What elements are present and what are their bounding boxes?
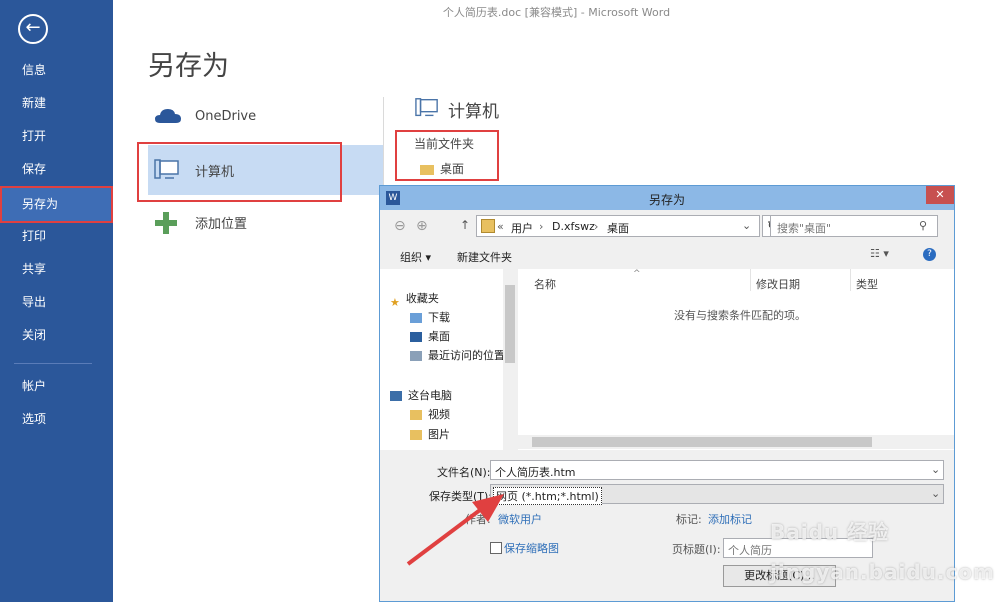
annotation-arrow-icon <box>406 494 504 566</box>
back-arrow-icon[interactable]: ← <box>18 14 48 44</box>
column-divider <box>850 269 851 291</box>
videos-folder-icon <box>410 410 422 420</box>
organize-button[interactable]: 组织 ▾ <box>400 249 431 265</box>
tree-item-pictures[interactable]: 图片 <box>410 426 450 444</box>
place-label: 添加位置 <box>195 217 248 232</box>
page-title-label: 页标题(I): <box>672 543 721 556</box>
up-arrow-icon[interactable]: ↑ <box>460 218 470 232</box>
breadcrumb-item[interactable]: 桌面 <box>607 220 629 236</box>
highlight-box-current-folder <box>395 130 499 181</box>
nav-item-save[interactable]: 保存 <box>0 153 113 186</box>
nav-item-save-as[interactable]: 另存为 <box>0 186 113 223</box>
place-add-location[interactable]: 添加位置 <box>148 197 383 247</box>
page-title: 另存为 <box>148 51 229 82</box>
column-divider <box>750 269 751 291</box>
tree-favorites[interactable]: ★ 收藏夹 <box>390 290 439 309</box>
column-header-name[interactable]: 名称 <box>534 276 556 292</box>
horizontal-scrollbar[interactable] <box>518 435 954 449</box>
address-bar[interactable]: « 用户 › D.xfswz › 桌面 ⌄ <box>476 215 760 237</box>
tree-item-videos[interactable]: 视频 <box>410 406 450 424</box>
page-title-value: 个人简历 <box>728 544 772 557</box>
breadcrumb-overflow: « <box>497 220 504 233</box>
dialog-titlebar: W 另存为 ✕ <box>380 186 954 210</box>
dialog-title: 另存为 <box>648 193 685 207</box>
help-icon[interactable]: ? <box>923 248 936 261</box>
nav-item-print[interactable]: 打印 <box>0 220 113 253</box>
thumbnail-label[interactable]: 保存缩略图 <box>504 540 559 556</box>
close-button[interactable]: ✕ <box>926 186 954 204</box>
tags-label: 标记: <box>676 513 702 526</box>
computer-icon <box>415 98 438 117</box>
chevron-right-icon: › <box>539 220 544 233</box>
watermark: Baidu 经验 jingyan.baidu.com <box>770 520 995 584</box>
tree-item-recent[interactable]: 最近访问的位置 <box>410 347 505 365</box>
recent-places-icon <box>410 351 422 361</box>
place-onedrive[interactable]: OneDrive <box>148 93 383 143</box>
folder-icon <box>481 219 495 233</box>
plus-icon <box>155 212 177 234</box>
chevron-down-icon: ⌄ <box>931 463 941 476</box>
cloud-icon <box>155 109 181 123</box>
window-title: 个人简历表.doc [兼容模式] - Microsoft Word <box>442 6 671 19</box>
sort-arrow-icon: ^ <box>633 269 641 279</box>
nav-item-info[interactable]: 信息 <box>0 54 113 87</box>
nav-item-share[interactable]: 共享 <box>0 253 113 286</box>
download-folder-icon <box>410 313 422 323</box>
filename-label: 文件名(N): <box>437 466 491 479</box>
breadcrumb-item[interactable]: D.xfswz <box>552 220 595 233</box>
tree-item-desktop[interactable]: 桌面 <box>410 328 450 346</box>
column-header-type[interactable]: 类型 <box>856 276 878 292</box>
nav-item-export[interactable]: 导出 <box>0 286 113 319</box>
filename-input[interactable]: 个人简历表.htm ⌄ <box>490 460 944 480</box>
empty-message: 没有与搜索条件匹配的项。 <box>674 309 806 322</box>
view-options-icon[interactable]: ☷ ▾ <box>870 247 889 260</box>
new-folder-button[interactable]: 新建文件夹 <box>457 249 512 265</box>
chevron-right-icon: › <box>594 220 599 233</box>
nav-item-account[interactable]: 帐户 <box>0 370 113 403</box>
back-nav-icon[interactable]: ⊖ <box>394 218 406 234</box>
tree-scrollbar[interactable] <box>503 269 517 450</box>
tree-this-pc[interactable]: 这台电脑 <box>390 387 452 405</box>
nav-item-options[interactable]: 选项 <box>0 403 113 436</box>
highlight-box-computer <box>137 142 342 202</box>
nav-item-new[interactable]: 新建 <box>0 87 113 120</box>
pictures-folder-icon <box>410 430 422 440</box>
tree-item-downloads[interactable]: 下载 <box>410 309 450 327</box>
scrollbar-thumb[interactable] <box>532 437 872 447</box>
section-title: 计算机 <box>448 102 499 122</box>
search-input[interactable]: 搜索"桌面" ⚲ <box>770 215 938 237</box>
star-icon: ★ <box>390 296 400 309</box>
nav-divider <box>14 363 92 364</box>
chevron-down-icon: ⌄ <box>931 487 941 500</box>
column-header-date[interactable]: 修改日期 <box>756 276 800 292</box>
filetype-select[interactable]: 网页 (*.htm;*.html) ⌄ <box>490 484 944 505</box>
filename-value: 个人简历表.htm <box>495 466 576 479</box>
nav-item-close[interactable]: 关闭 <box>0 319 113 352</box>
chevron-down-icon[interactable]: ⌄ <box>742 219 751 232</box>
navigation-pane: ★ 收藏夹 下载 桌面 最近访问的位置 这台电脑 视频 图片 <box>380 269 517 450</box>
nav-item-open[interactable]: 打开 <box>0 120 113 153</box>
desktop-icon <box>410 332 422 342</box>
tags-value[interactable]: 添加标记 <box>708 511 752 527</box>
search-placeholder: 搜索"桌面" <box>777 222 832 235</box>
backstage-nav: ← 信息 新建 打开 保存 另存为 打印 共享 导出 关闭 帐户 选项 <box>0 0 113 602</box>
scrollbar-thumb[interactable] <box>505 285 515 363</box>
search-icon: ⚲ <box>919 219 928 232</box>
computer-icon <box>390 391 402 401</box>
file-list: 名称 ^ 修改日期 类型 没有与搜索条件匹配的项。 <box>518 269 954 450</box>
breadcrumb-item[interactable]: 用户 <box>511 220 533 236</box>
forward-nav-icon[interactable]: ⊕ <box>416 218 428 234</box>
place-label: OneDrive <box>195 109 257 124</box>
